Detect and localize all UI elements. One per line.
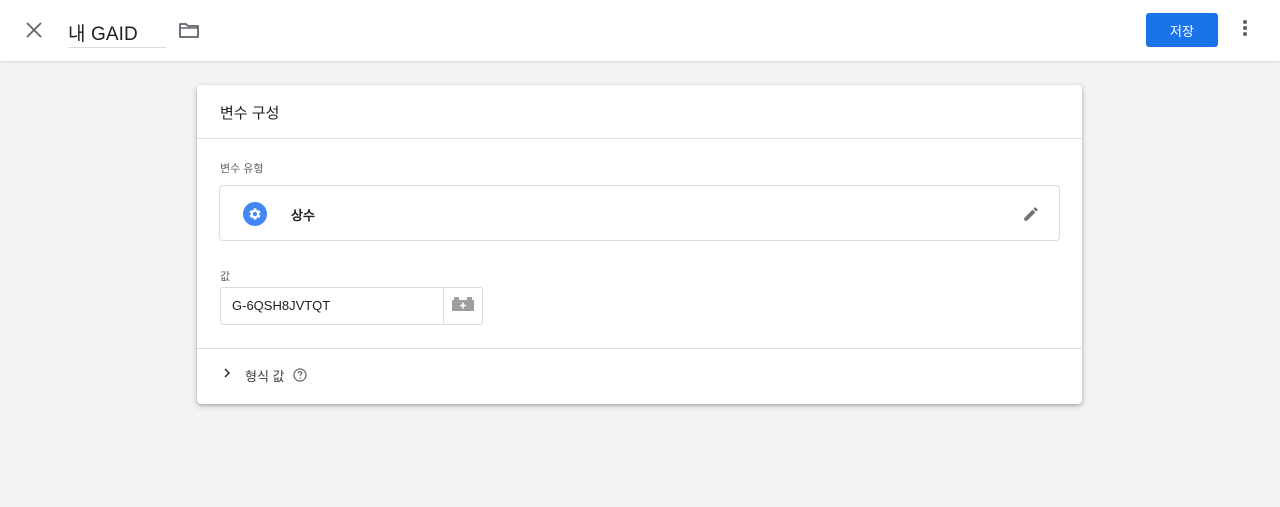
card-title: 변수 구성 bbox=[220, 105, 280, 122]
pencil-icon[interactable] bbox=[1020, 203, 1042, 225]
format-value-toggle[interactable]: 형식 값 bbox=[221, 363, 307, 387]
variable-brick-icon bbox=[451, 296, 475, 317]
variable-type-selector[interactable]: 상수 bbox=[219, 185, 1060, 241]
help-icon[interactable] bbox=[292, 368, 307, 382]
variable-picker-button[interactable] bbox=[443, 287, 483, 325]
more-vert-icon bbox=[1242, 19, 1248, 42]
folder-icon bbox=[178, 21, 200, 44]
top-bar: 내 GAID 저장 bbox=[0, 0, 1280, 62]
more-options-button[interactable] bbox=[1232, 17, 1258, 43]
variable-name-field[interactable]: 내 GAID bbox=[68, 16, 166, 48]
divider bbox=[197, 348, 1082, 349]
variable-type-name: 상수 bbox=[291, 208, 315, 223]
gear-icon bbox=[243, 202, 267, 226]
value-label: 값 bbox=[220, 271, 231, 283]
variable-name: 내 GAID bbox=[68, 24, 138, 45]
close-icon bbox=[25, 21, 43, 44]
save-button[interactable]: 저장 bbox=[1146, 13, 1218, 47]
format-value-label: 형식 값 bbox=[245, 368, 285, 384]
variable-configuration-card: 변수 구성 변수 유형 상수 값 G-6QSH8JVTQT 형식 값 bbox=[197, 85, 1082, 404]
variable-type-label: 변수 유형 bbox=[220, 163, 264, 175]
value-input[interactable]: G-6QSH8JVTQT bbox=[220, 287, 443, 325]
chevron-right-icon bbox=[221, 366, 233, 384]
close-button[interactable] bbox=[20, 18, 48, 46]
card-header: 변수 구성 bbox=[197, 85, 1082, 139]
folder-button[interactable] bbox=[176, 19, 202, 45]
